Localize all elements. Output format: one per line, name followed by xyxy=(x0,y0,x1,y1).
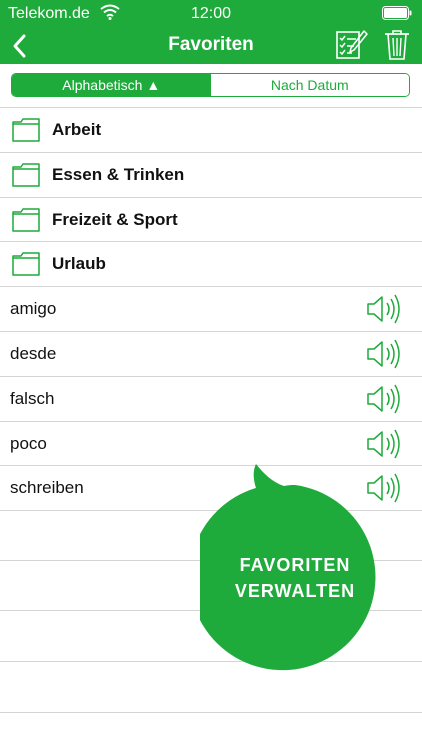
folder-row-freizeit-sport[interactable]: Freizeit & Sport xyxy=(0,198,422,243)
folder-row-urlaub[interactable]: Urlaub xyxy=(0,242,422,288)
folder-icon xyxy=(12,252,40,277)
manage-favorites-line2: VERWALTEN xyxy=(234,581,356,601)
battery-icon xyxy=(382,6,412,25)
trash-icon[interactable] xyxy=(383,28,411,62)
manage-favorites-line1: FAVORITEN xyxy=(239,555,351,575)
folder-row-arbeit[interactable]: Arbeit xyxy=(0,108,422,153)
manage-favorites-label: FAVORITEN VERWALTEN xyxy=(200,552,390,604)
speaker-icon[interactable] xyxy=(366,293,400,325)
word-row-falsch[interactable]: falsch xyxy=(0,377,422,422)
word-label: amigo xyxy=(10,299,57,319)
folder-row-essen-trinken[interactable]: Essen & Trinken xyxy=(0,153,422,198)
favorites-list: Arbeit Essen & Trinken Freizeit & Sport … xyxy=(0,107,422,512)
status-time: 12:00 xyxy=(190,5,232,22)
word-label: poco xyxy=(10,433,47,453)
word-label: desde xyxy=(10,343,57,363)
folder-label: Urlaub xyxy=(52,254,106,274)
manage-favorites-button[interactable]: FAVORITEN VERWALTEN xyxy=(200,460,390,675)
sort-by-date-button[interactable]: Nach Datum xyxy=(210,74,409,96)
folder-icon xyxy=(12,163,40,187)
speaker-icon[interactable] xyxy=(366,428,400,460)
word-label: falsch xyxy=(10,388,55,408)
empty-row-divider xyxy=(0,712,422,713)
word-label: schreiben xyxy=(10,478,84,498)
speaker-icon[interactable] xyxy=(366,338,400,370)
folder-label: Arbeit xyxy=(52,120,102,139)
sort-alphabetical-button[interactable]: Alphabetisch ▲ xyxy=(12,74,211,96)
speaker-icon[interactable] xyxy=(366,383,400,415)
sort-segmented-control: Alphabetisch ▲ Nach Datum xyxy=(11,73,410,97)
status-bar: Telekom.de 12:00 xyxy=(0,0,422,28)
folder-label: Essen & Trinken xyxy=(52,164,185,184)
word-row-desde[interactable]: desde xyxy=(0,332,422,377)
word-row-amigo[interactable]: amigo xyxy=(0,287,422,332)
folder-label: Freizeit & Sport xyxy=(52,209,178,229)
folder-icon xyxy=(12,207,40,232)
navigation-bar: Favoriten xyxy=(0,28,422,64)
folder-icon xyxy=(12,118,40,142)
checklist-edit-icon[interactable] xyxy=(334,28,368,62)
